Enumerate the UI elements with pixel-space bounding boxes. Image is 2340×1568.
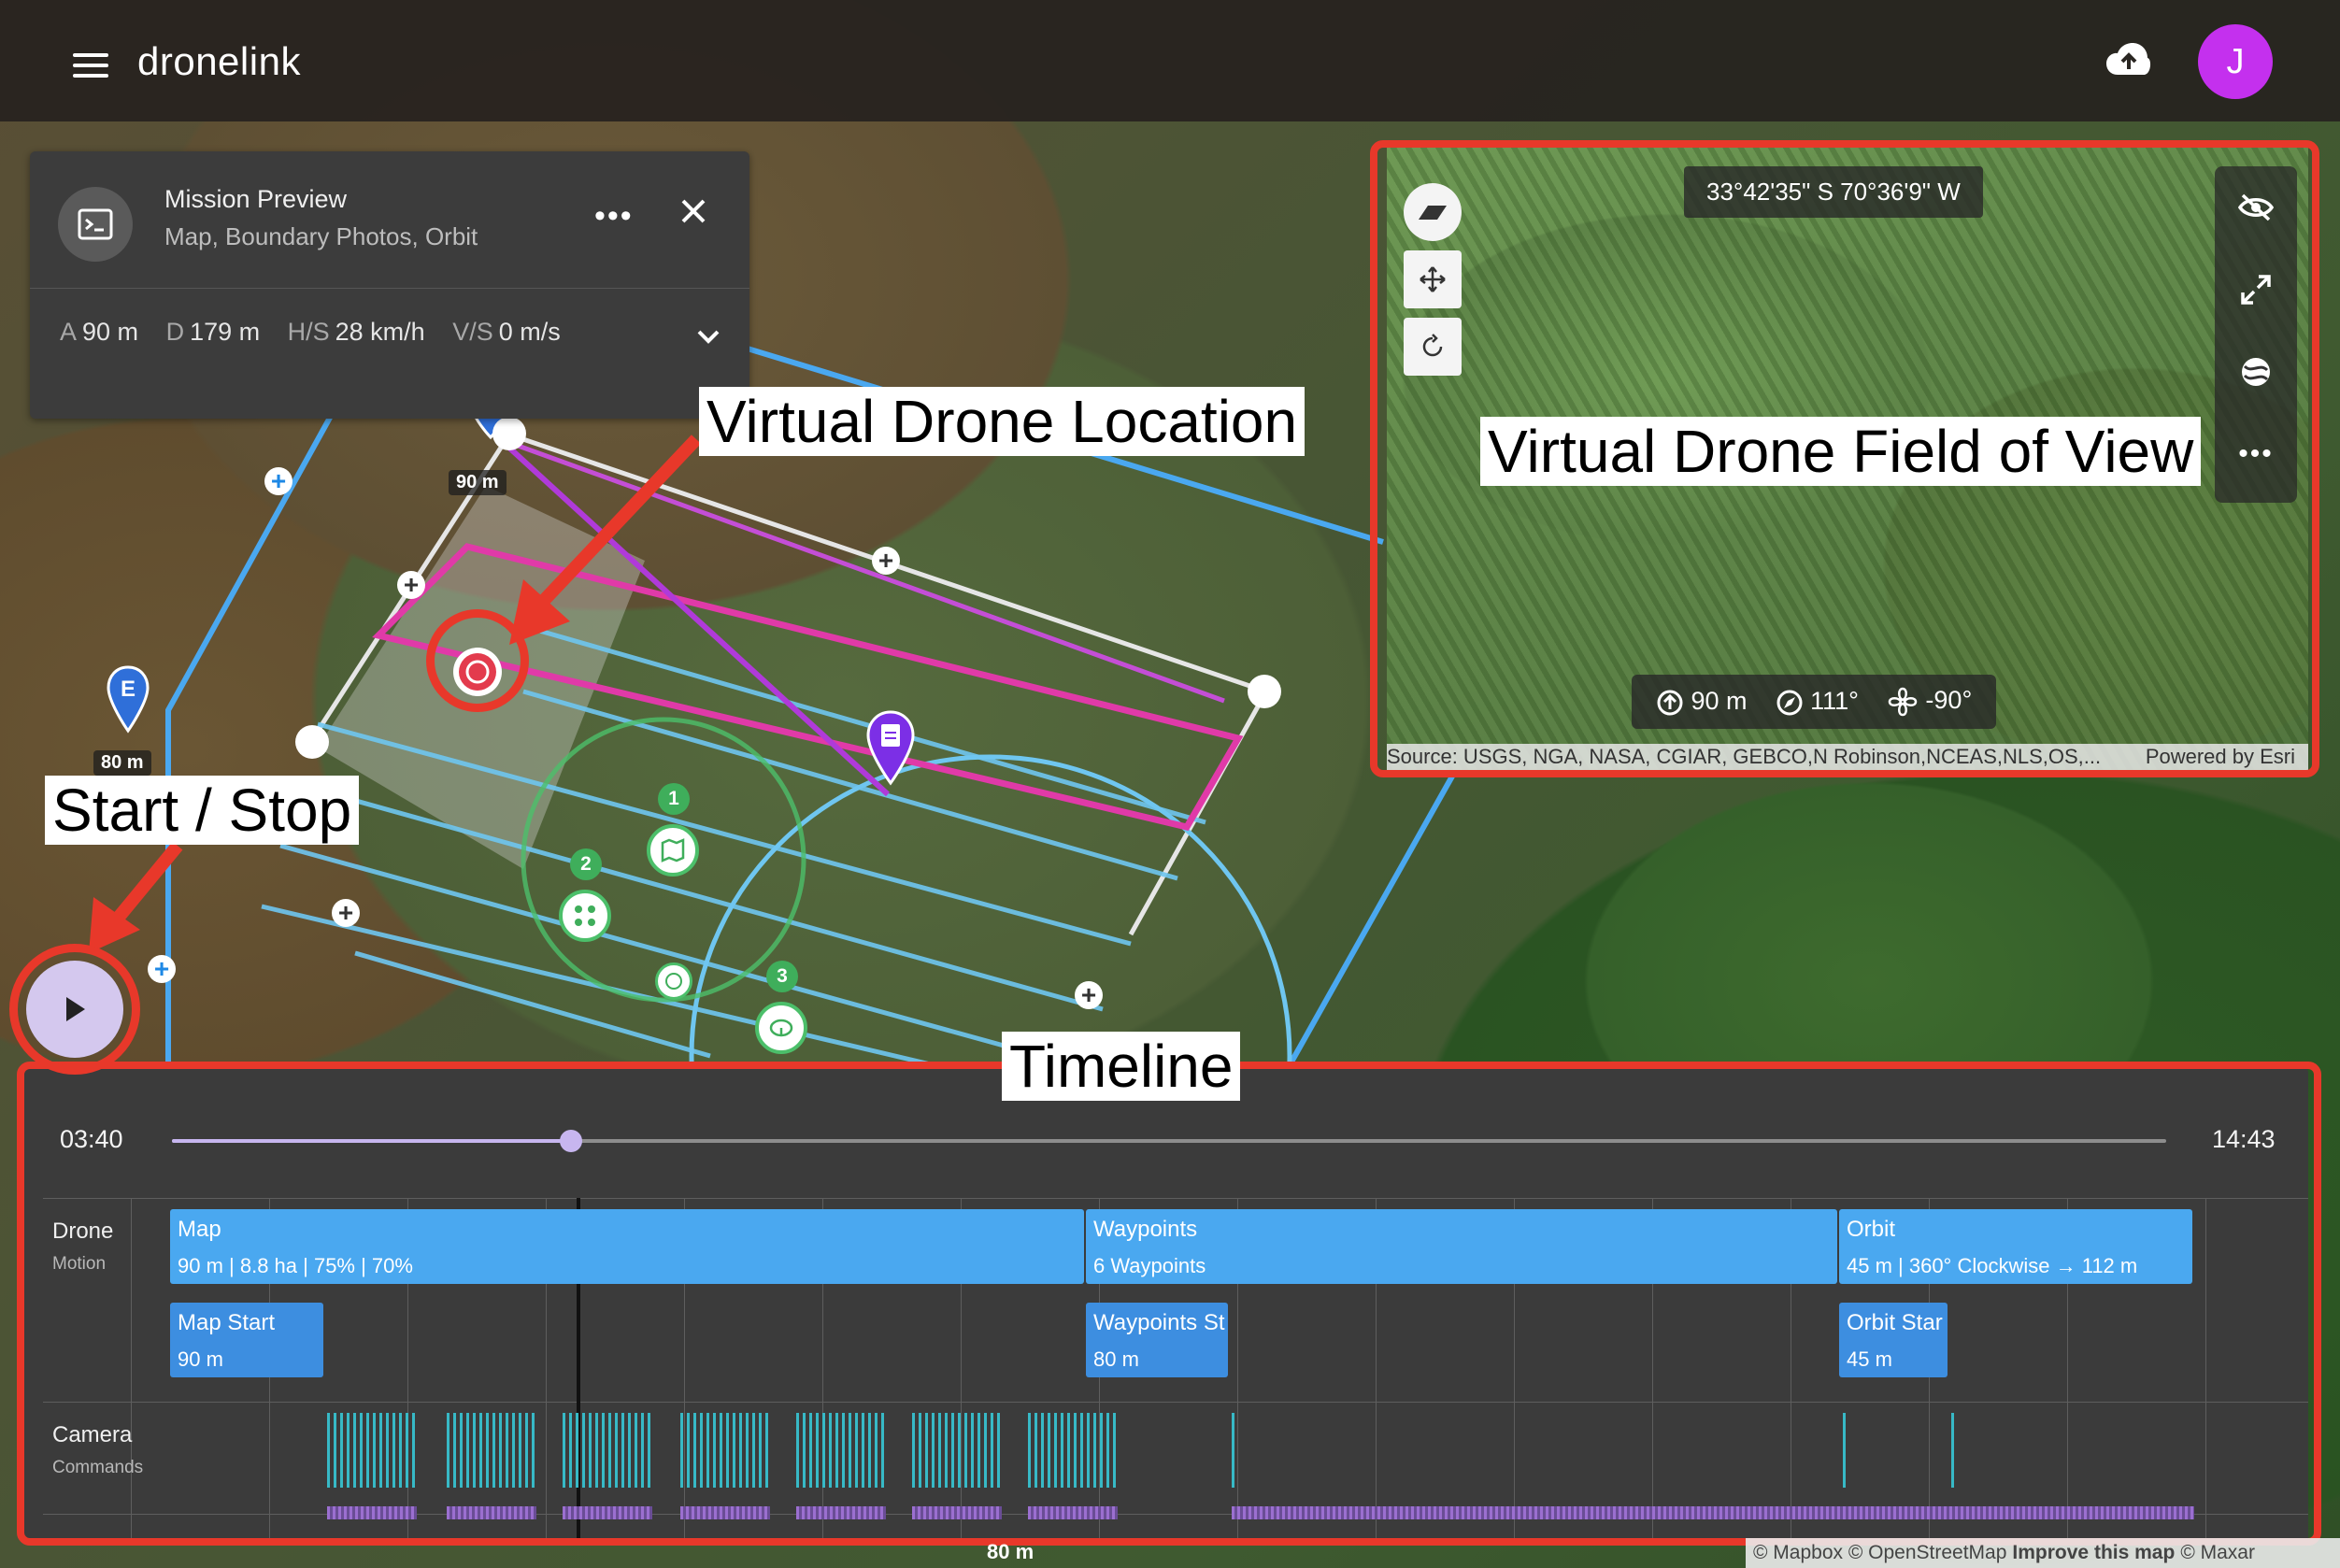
cloud-upload-icon[interactable] bbox=[2105, 41, 2153, 78]
compass-marker-icon[interactable] bbox=[655, 962, 692, 1000]
waypoint-number: 3 bbox=[766, 961, 798, 992]
waypoint-number: 2 bbox=[570, 848, 602, 880]
chevron-down-icon[interactable] bbox=[695, 327, 721, 346]
attribution-text: © Mapbox © OpenStreetMap bbox=[1753, 1542, 2007, 1563]
waypoints-component-icon[interactable] bbox=[559, 890, 611, 942]
stat-label: D bbox=[165, 318, 185, 346]
map-component-icon[interactable] bbox=[647, 824, 699, 877]
map-scale: 80 m bbox=[987, 1540, 1034, 1563]
boundary-photos-pin-icon[interactable] bbox=[864, 710, 917, 787]
stat-label: H/S bbox=[287, 318, 330, 346]
altitude-stat: 90 m bbox=[82, 318, 139, 346]
add-vertex-icon[interactable]: + bbox=[872, 547, 900, 575]
horizontal-speed-stat: 28 km/h bbox=[335, 318, 425, 346]
app-brand: dronelink bbox=[137, 39, 301, 83]
user-avatar[interactable]: J bbox=[2198, 24, 2273, 99]
end-pin-letter: E bbox=[121, 677, 136, 702]
stat-label: A bbox=[60, 318, 78, 346]
stat-label: V/S bbox=[452, 318, 493, 346]
virtual-drone-icon[interactable] bbox=[450, 645, 505, 699]
more-options-icon[interactable]: ••• bbox=[594, 198, 634, 235]
waypoint-number: 1 bbox=[658, 783, 690, 815]
distance-stat: 179 m bbox=[190, 318, 261, 346]
mission-subtitle: Map, Boundary Photos, Orbit bbox=[164, 222, 478, 250]
add-vertex-icon[interactable]: + bbox=[332, 899, 360, 927]
add-vertex-icon[interactable]: + bbox=[397, 571, 425, 599]
mission-panel: Mission Preview Map, Boundary Photos, Or… bbox=[30, 151, 749, 419]
callout-timeline: Timeline bbox=[1002, 1032, 1241, 1102]
boundary-vertex[interactable] bbox=[1248, 675, 1281, 708]
start-altitude-label: 90 m bbox=[449, 470, 507, 495]
callout-drone-location: Virtual Drone Location bbox=[699, 387, 1306, 457]
end-pin-icon[interactable]: E bbox=[105, 665, 151, 734]
improve-map-link[interactable]: Improve this map bbox=[2012, 1542, 2175, 1564]
mission-title: Mission Preview bbox=[164, 185, 348, 213]
orbit-component-icon[interactable] bbox=[755, 1002, 807, 1054]
callout-start-stop: Start / Stop bbox=[45, 776, 360, 846]
close-icon[interactable] bbox=[678, 196, 708, 226]
mission-stats: A 90 m D 179 m H/S 28 km/h V/S 0 m/s bbox=[60, 318, 581, 347]
callout-field-of-view: Virtual Drone Field of View bbox=[1480, 417, 2202, 487]
end-altitude-label: 80 m bbox=[93, 750, 151, 776]
top-bar: dronelink J bbox=[0, 0, 2340, 121]
boundary-vertex[interactable] bbox=[492, 417, 526, 450]
add-vertex-icon[interactable]: + bbox=[264, 467, 292, 495]
timeline-highlight-box bbox=[17, 1062, 2321, 1546]
attribution-maxar: © Maxar bbox=[2180, 1542, 2255, 1563]
add-vertex-icon[interactable]: + bbox=[148, 955, 176, 983]
mission-preview-icon bbox=[58, 187, 133, 262]
add-vertex-icon[interactable]: + bbox=[1075, 981, 1103, 1009]
menu-icon[interactable] bbox=[73, 47, 108, 84]
play-highlight-circle bbox=[9, 944, 140, 1075]
boundary-vertex[interactable] bbox=[295, 725, 329, 759]
vertical-speed-stat: 0 m/s bbox=[498, 318, 561, 346]
map-attribution: © Mapbox © OpenStreetMap Improve this ma… bbox=[1746, 1538, 2340, 1568]
